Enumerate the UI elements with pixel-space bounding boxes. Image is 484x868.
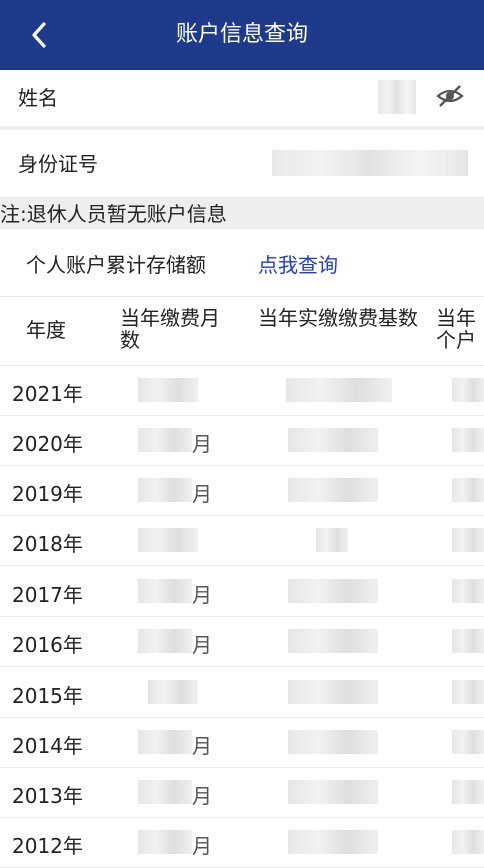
personal-redacted xyxy=(452,780,484,804)
months-suffix: 月 xyxy=(192,482,212,506)
personal-redacted xyxy=(452,830,484,854)
col-base: 当年实缴缴费基数 xyxy=(258,306,418,330)
row-year: 2017年 xyxy=(12,583,83,607)
base-redacted xyxy=(288,780,378,804)
personal-redacted xyxy=(452,629,484,653)
name-label: 姓名 xyxy=(18,86,58,110)
months-redacted xyxy=(138,478,192,502)
base-redacted xyxy=(288,629,378,653)
months-suffix: 月 xyxy=(192,432,212,456)
id-value-redacted xyxy=(272,150,468,176)
row-year: 2015年 xyxy=(12,684,83,708)
table-row: 2020年 月 xyxy=(0,415,484,466)
months-redacted xyxy=(138,528,198,552)
months-suffix: 月 xyxy=(192,834,212,858)
personal-redacted xyxy=(452,579,484,603)
table-row: 2016年 月 xyxy=(0,616,484,667)
personal-redacted xyxy=(452,378,484,402)
table-row: 2019年 月 xyxy=(0,465,484,516)
months-redacted xyxy=(148,680,198,704)
row-year: 2019年 xyxy=(12,482,83,506)
name-value-redacted xyxy=(378,80,416,114)
months-redacted xyxy=(138,830,192,854)
base-redacted xyxy=(288,478,378,502)
account-row: 个人账户累计存储额 点我查询 xyxy=(0,233,484,293)
months-suffix: 月 xyxy=(192,583,212,607)
page-title: 账户信息查询 xyxy=(175,22,308,47)
base-redacted xyxy=(288,428,378,452)
col-months: 当年缴费月数 xyxy=(120,306,220,352)
months-redacted xyxy=(138,428,192,452)
query-link[interactable]: 点我查询 xyxy=(258,249,338,278)
table-row: 2018年 xyxy=(0,515,484,566)
row-year: 2020年 xyxy=(12,432,83,456)
months-suffix: 月 xyxy=(192,633,212,657)
months-redacted xyxy=(138,579,192,603)
col-year: 年度 xyxy=(26,318,66,342)
base-redacted xyxy=(316,528,348,552)
personal-redacted xyxy=(452,730,484,754)
table-header: 年度 当年缴费月数 当年实缴缴费基数 当年个户 xyxy=(0,296,484,366)
account-label: 个人账户累计存储额 xyxy=(26,253,206,277)
table-row: 2013年 月 xyxy=(0,767,484,818)
table-row: 2012年 月 xyxy=(0,817,484,868)
table-row: 2017年 月 xyxy=(0,566,484,617)
months-redacted xyxy=(138,629,192,653)
row-year: 2018年 xyxy=(12,532,83,556)
row-year: 2016年 xyxy=(12,633,83,657)
row-year: 2012年 xyxy=(12,834,83,858)
base-redacted xyxy=(288,579,378,603)
months-suffix: 月 xyxy=(192,734,212,758)
retiree-note: 注:退休人员暂无账户信息 xyxy=(0,197,484,229)
personal-redacted xyxy=(452,428,484,452)
id-row: 身份证号 xyxy=(0,130,484,194)
table-row: 2021年 xyxy=(0,365,484,416)
base-redacted xyxy=(288,680,378,704)
row-year: 2014年 xyxy=(12,734,83,758)
row-year: 2013年 xyxy=(12,784,83,808)
name-row: 姓名 xyxy=(0,70,484,126)
months-redacted xyxy=(138,730,192,754)
table-row: 2015年 xyxy=(0,667,484,718)
top-bar: 账户信息查询 xyxy=(0,0,484,70)
id-label: 身份证号 xyxy=(18,152,98,176)
months-redacted xyxy=(138,780,192,804)
base-redacted xyxy=(286,378,392,402)
base-redacted xyxy=(288,830,378,854)
eye-off-icon[interactable] xyxy=(436,84,464,108)
personal-redacted xyxy=(452,528,484,552)
months-redacted xyxy=(138,378,198,402)
row-year: 2021年 xyxy=(12,382,83,406)
col-personal: 当年个户 xyxy=(436,307,476,351)
personal-redacted xyxy=(452,478,484,502)
months-suffix: 月 xyxy=(192,784,212,808)
base-redacted xyxy=(288,730,378,754)
table-row: 2014年 月 xyxy=(0,717,484,768)
personal-redacted xyxy=(452,680,484,704)
